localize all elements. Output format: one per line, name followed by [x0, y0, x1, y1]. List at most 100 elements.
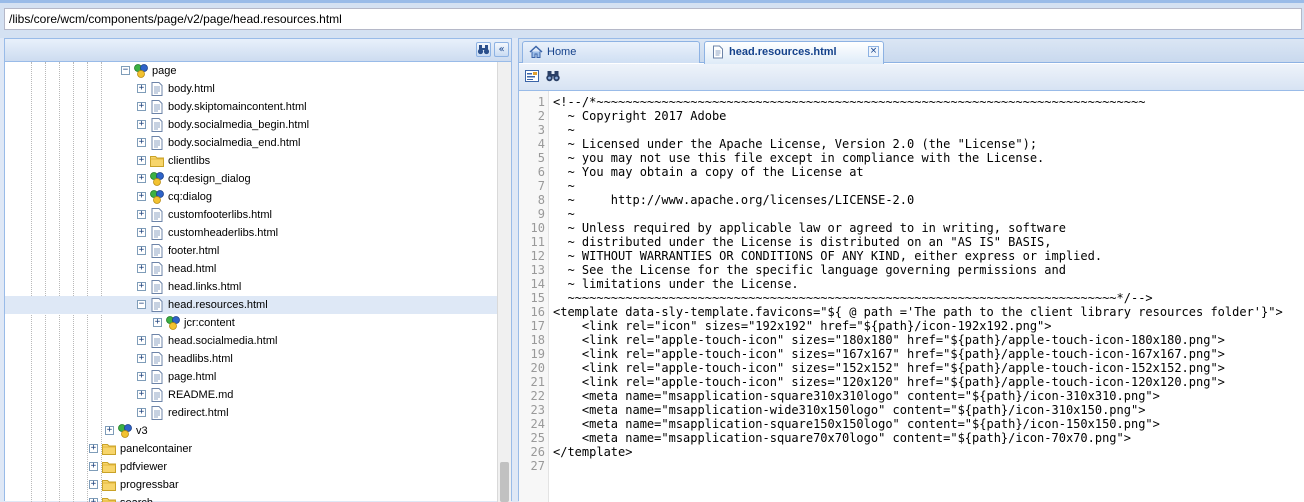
path-input[interactable]: /libs/core/wcm/components/page/v2/page/h… — [4, 8, 1302, 30]
tree-node[interactable]: + page.html — [5, 368, 497, 386]
tree-node[interactable]: + v3 — [5, 422, 497, 440]
code-line[interactable]: <!--/*~~~~~~~~~~~~~~~~~~~~~~~~~~~~~~~~~~… — [553, 95, 1145, 109]
code-line[interactable]: <meta name="msapplication-wide310x150log… — [553, 403, 1146, 417]
code-line[interactable]: ~ Unless required by applicable law or a… — [553, 221, 1066, 235]
tree-node[interactable]: + cq:design_dialog — [5, 170, 497, 188]
line-number: 5 — [537, 151, 545, 165]
expand-icon[interactable]: + — [89, 444, 98, 453]
expand-icon[interactable]: + — [137, 228, 146, 237]
tree-node[interactable]: + panelcontainer — [5, 440, 497, 458]
code-line[interactable]: <link rel="icon" sizes="192x192" href="$… — [553, 319, 1052, 333]
code-line[interactable]: ~ you may not use this file except in co… — [553, 151, 1044, 165]
tree-node[interactable]: + head.socialmedia.html — [5, 332, 497, 350]
code-line[interactable]: ~~~~~~~~~~~~~~~~~~~~~~~~~~~~~~~~~~~~~~~~… — [553, 291, 1152, 305]
expand-icon[interactable]: + — [137, 390, 146, 399]
expand-icon[interactable]: + — [137, 336, 146, 345]
code-line[interactable]: ~ You may obtain a copy of the License a… — [553, 165, 863, 179]
search-icon[interactable] — [545, 68, 563, 86]
line-number: 2 — [537, 109, 545, 123]
format-icon[interactable] — [524, 68, 542, 86]
code-editor[interactable]: 1 2 3 4 5 6 7 8 9 10 11 12 13 14 15 16 17 18 19 20 21 22 23 24 2… — [519, 91, 1304, 502]
tree-node-label: body.skiptomaincontent.html — [168, 101, 307, 113]
folder-icon — [101, 477, 117, 493]
code-line[interactable]: <meta name="msapplication-square70x70log… — [553, 431, 1131, 445]
line-number: 24 — [530, 417, 545, 431]
tree-panel-header: « — [5, 39, 511, 62]
tree-node[interactable]: + customheaderlibs.html — [5, 224, 497, 242]
tree-node[interactable]: + redirect.html — [5, 404, 497, 422]
code-line[interactable]: <meta name="msapplication-square150x150l… — [553, 417, 1160, 431]
expand-icon[interactable]: + — [89, 480, 98, 489]
tree-node[interactable]: + cq:dialog — [5, 188, 497, 206]
expand-icon[interactable]: + — [137, 192, 146, 201]
expand-icon[interactable]: + — [137, 282, 146, 291]
code-line[interactable]: <link rel="apple-touch-icon" sizes="167x… — [553, 347, 1225, 361]
code-line[interactable]: ~ limitations under the License. — [553, 277, 798, 291]
close-icon[interactable]: × — [868, 46, 879, 57]
scrollbar-thumb[interactable] — [500, 462, 509, 502]
expand-icon[interactable]: + — [137, 246, 146, 255]
expand-icon[interactable]: + — [137, 264, 146, 273]
tree-node[interactable]: + customfooterlibs.html — [5, 206, 497, 224]
line-number: 25 — [530, 431, 545, 445]
code-line[interactable]: <template data-sly-template.favicons="${… — [553, 305, 1283, 319]
tree-node[interactable]: + jcr:content — [5, 314, 497, 332]
tree-node-label: clientlibs — [168, 155, 211, 167]
expand-icon[interactable]: + — [89, 498, 98, 502]
code-line[interactable]: ~ Copyright 2017 Adobe — [553, 109, 726, 123]
tree-node[interactable]: + body.skiptomaincontent.html — [5, 98, 497, 116]
code-line[interactable]: </template> — [553, 445, 632, 459]
expand-icon[interactable]: + — [137, 354, 146, 363]
code-line[interactable]: <link rel="apple-touch-icon" sizes="120x… — [553, 375, 1225, 389]
tree-node-label: panelcontainer — [120, 443, 193, 455]
tree-node-label: customfooterlibs.html — [168, 209, 272, 221]
expand-icon[interactable]: + — [137, 408, 146, 417]
line-number: 21 — [530, 375, 545, 389]
tree-node[interactable]: − head.resources.html — [5, 296, 497, 314]
line-number: 4 — [537, 137, 545, 151]
component-icon — [165, 315, 181, 331]
tab-head-resources[interactable]: head.resources.html × — [704, 41, 884, 64]
code-line[interactable]: ~ distributed under the License is distr… — [553, 235, 1051, 249]
expand-icon[interactable]: + — [137, 120, 146, 129]
tree-scrollbar[interactable] — [497, 62, 511, 502]
expand-icon[interactable]: + — [137, 174, 146, 183]
tree-node[interactable]: + head.links.html — [5, 278, 497, 296]
expand-icon[interactable]: + — [137, 102, 146, 111]
expand-icon[interactable]: + — [137, 156, 146, 165]
expand-icon[interactable]: + — [89, 462, 98, 471]
tree-node[interactable]: + footer.html — [5, 242, 497, 260]
tree-node[interactable]: + pdfviewer — [5, 458, 497, 476]
tree-node[interactable]: + body.socialmedia_end.html — [5, 134, 497, 152]
tree-node[interactable]: + head.html — [5, 260, 497, 278]
tree-node[interactable]: − page — [5, 62, 497, 80]
code-line[interactable]: <link rel="apple-touch-icon" sizes="180x… — [553, 333, 1225, 347]
expand-icon[interactable]: + — [137, 138, 146, 147]
code-line[interactable]: <link rel="apple-touch-icon" sizes="152x… — [553, 361, 1225, 375]
expand-icon[interactable]: + — [137, 372, 146, 381]
tree-node[interactable]: + clientlibs — [5, 152, 497, 170]
tree-node[interactable]: + README.md — [5, 386, 497, 404]
code-line[interactable]: ~ — [553, 179, 574, 193]
binoculars-icon[interactable] — [476, 42, 491, 57]
tab-home[interactable]: Home — [522, 41, 700, 63]
code-line[interactable]: ~ http://www.apache.org/licenses/LICENSE… — [553, 193, 914, 207]
tree-node[interactable]: + body.socialmedia_begin.html — [5, 116, 497, 134]
expand-icon[interactable]: + — [137, 210, 146, 219]
collapse-left-icon[interactable]: « — [494, 42, 509, 57]
code-line[interactable]: ~ — [553, 207, 574, 221]
tree-node[interactable]: + body.html — [5, 80, 497, 98]
code-line[interactable]: <meta name="msapplication-square310x310l… — [553, 389, 1160, 403]
code-line[interactable]: ~ See the License for the specific langu… — [553, 263, 1066, 277]
tree-node[interactable]: + headlibs.html — [5, 350, 497, 368]
code-line[interactable]: ~ — [553, 123, 574, 137]
collapse-icon[interactable]: − — [137, 300, 146, 309]
expand-icon[interactable]: + — [153, 318, 162, 327]
file-icon — [149, 99, 165, 115]
tree-node[interactable]: + progressbar — [5, 476, 497, 494]
expand-icon[interactable]: + — [137, 84, 146, 93]
expand-icon[interactable]: + — [105, 426, 114, 435]
code-line[interactable]: ~ Licensed under the Apache License, Ver… — [553, 137, 1037, 151]
code-line[interactable]: ~ WITHOUT WARRANTIES OR CONDITIONS OF AN… — [553, 249, 1102, 263]
collapse-icon[interactable]: − — [121, 66, 130, 75]
